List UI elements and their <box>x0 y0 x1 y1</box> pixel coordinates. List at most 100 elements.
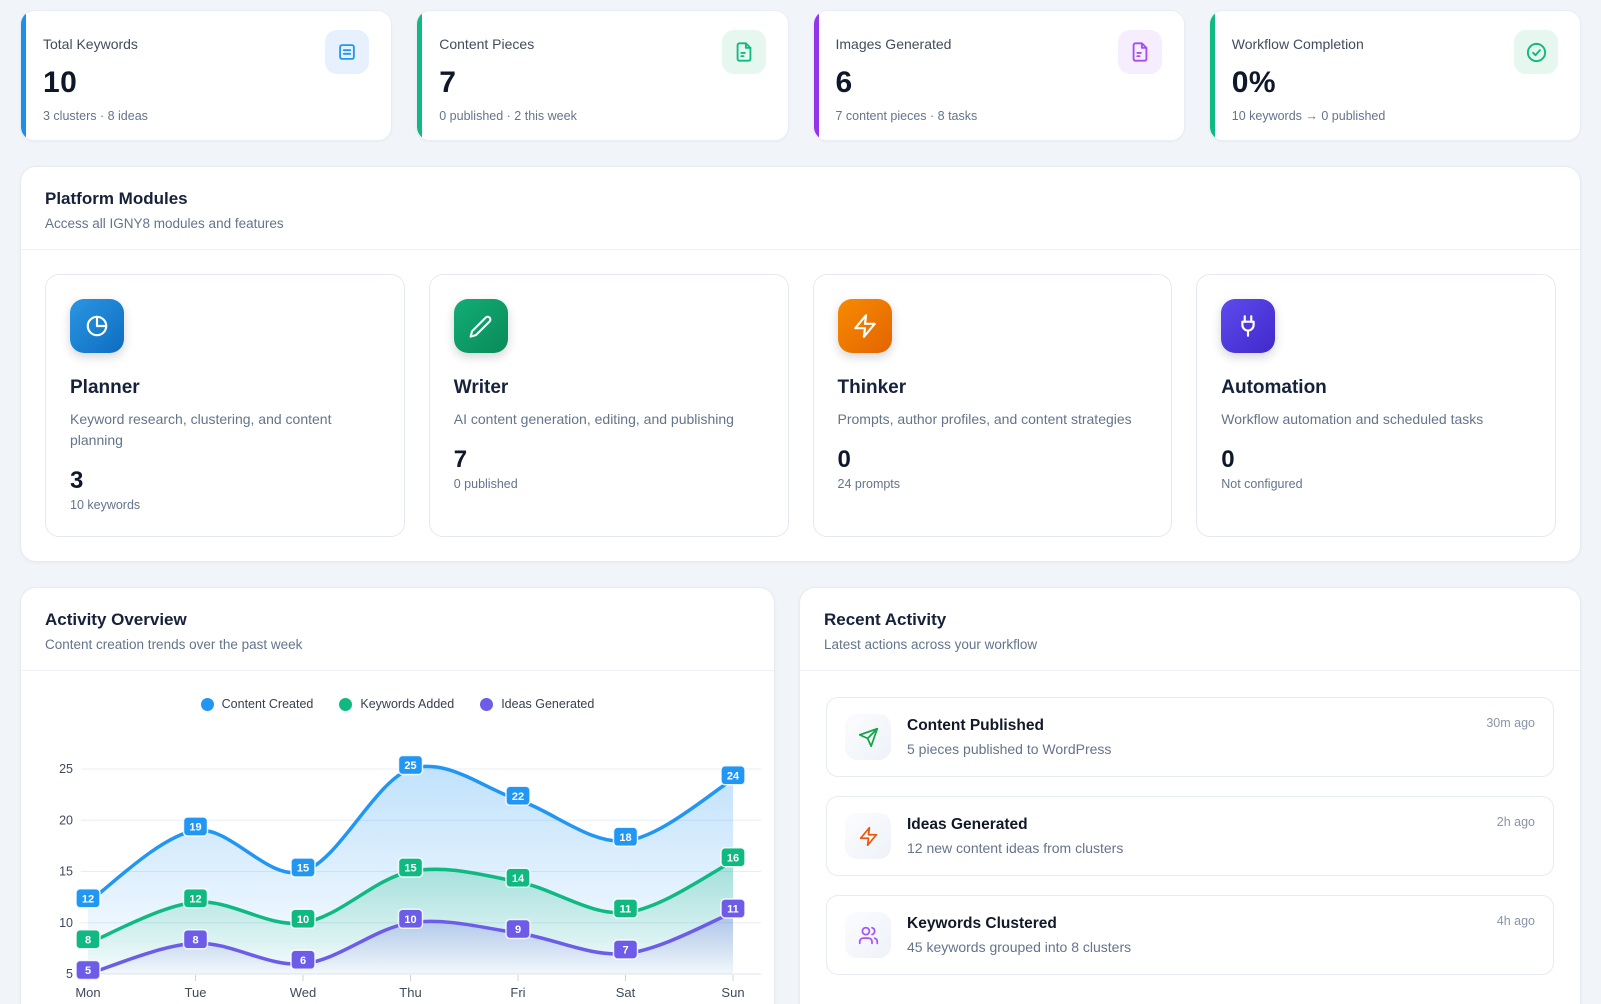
dashboard-page: Total Keywords 10 3 clusters · 8 ideas C… <box>0 0 1601 1004</box>
stat-title: Images Generated <box>836 30 952 52</box>
svg-text:6: 6 <box>300 955 306 967</box>
svg-text:11: 11 <box>727 904 739 916</box>
bottom-row: Activity Overview Content creation trend… <box>20 587 1581 1004</box>
activity-overview-title: Activity Overview <box>45 610 750 630</box>
svg-text:8: 8 <box>192 934 198 946</box>
stat-subtitle: 10 keywords → 0 published <box>1232 109 1558 123</box>
svg-text:Wed: Wed <box>290 985 317 1000</box>
legend-item: Keywords Added <box>339 697 454 711</box>
zap-icon <box>845 813 891 859</box>
svg-text:7: 7 <box>622 945 628 957</box>
stat-card-workflow-completion: Workflow Completion 0% 10 keywords → 0 p… <box>1209 10 1581 141</box>
activity-item-ideas-generated: Ideas Generated 12 new content ideas fro… <box>826 796 1554 876</box>
activity-overview-panel: Activity Overview Content creation trend… <box>20 587 775 1004</box>
stat-value: 7 <box>439 66 765 100</box>
svg-text:14: 14 <box>512 873 525 885</box>
activity-description: 12 new content ideas from clusters <box>907 840 1497 856</box>
module-name: Planner <box>70 377 380 399</box>
module-description: AI content generation, editing, and publ… <box>454 409 764 430</box>
users-icon <box>845 912 891 958</box>
list-icon <box>325 30 369 74</box>
module-stat: 24 prompts <box>838 477 1148 491</box>
pie-chart-icon <box>70 299 124 353</box>
svg-text:10: 10 <box>404 914 416 926</box>
platform-modules-panel: Platform Modules Access all IGNY8 module… <box>20 166 1581 562</box>
legend-dot <box>339 698 352 711</box>
stat-card-content-pieces: Content Pieces 7 0 published · 2 this we… <box>416 10 788 141</box>
zap-icon <box>838 299 892 353</box>
svg-text:19: 19 <box>189 822 201 834</box>
legend-item: Content Created <box>201 697 314 711</box>
divider <box>21 670 774 671</box>
svg-text:16: 16 <box>727 852 739 864</box>
svg-text:Sun: Sun <box>721 985 744 1000</box>
svg-text:12: 12 <box>82 893 94 905</box>
svg-text:Mon: Mon <box>75 985 100 1000</box>
svg-text:25: 25 <box>404 760 416 772</box>
module-value: 0 <box>838 446 1148 474</box>
svg-text:Fri: Fri <box>510 985 525 1000</box>
activity-overview-subtitle: Content creation trends over the past we… <box>45 637 750 652</box>
module-stat: Not configured <box>1221 477 1531 491</box>
module-description: Workflow automation and scheduled tasks <box>1221 409 1531 430</box>
activity-chart: 510152025MonTueWedThuFriSatSun1219152522… <box>21 735 774 1004</box>
modules-grid: Planner Keyword research, clustering, an… <box>21 250 1580 561</box>
svg-text:15: 15 <box>59 865 73 879</box>
stat-card-total-keywords: Total Keywords 10 3 clusters · 8 ideas <box>20 10 392 141</box>
module-name: Thinker <box>838 377 1148 399</box>
recent-activity-subtitle: Latest actions across your workflow <box>824 637 1556 652</box>
svg-text:5: 5 <box>66 967 73 981</box>
svg-text:5: 5 <box>85 965 91 977</box>
stat-subtitle: 3 clusters · 8 ideas <box>43 109 369 123</box>
activity-description: 45 keywords grouped into 8 clusters <box>907 939 1497 955</box>
recent-activity-title: Recent Activity <box>824 610 1556 630</box>
modules-section-subtitle: Access all IGNY8 modules and features <box>45 216 1556 231</box>
stat-subtitle: 7 content pieces · 8 tasks <box>836 109 1162 123</box>
file-text-icon <box>722 30 766 74</box>
svg-text:9: 9 <box>515 924 521 936</box>
stats-row: Total Keywords 10 3 clusters · 8 ideas C… <box>20 10 1581 141</box>
stat-title: Content Pieces <box>439 30 534 52</box>
activity-list: Content Published 5 pieces published to … <box>800 671 1580 1001</box>
svg-text:10: 10 <box>59 916 73 930</box>
module-card-automation[interactable]: Automation Workflow automation and sched… <box>1196 274 1556 537</box>
module-value: 3 <box>70 467 380 495</box>
svg-text:18: 18 <box>619 832 631 844</box>
svg-text:Tue: Tue <box>185 985 207 1000</box>
svg-text:15: 15 <box>297 863 309 875</box>
svg-text:12: 12 <box>189 893 201 905</box>
activity-title: Ideas Generated <box>907 816 1497 834</box>
activity-time: 30m ago <box>1486 714 1535 730</box>
svg-text:15: 15 <box>404 863 416 875</box>
legend-dot <box>201 698 214 711</box>
svg-text:10: 10 <box>297 914 309 926</box>
legend-item: Ideas Generated <box>480 697 594 711</box>
module-name: Writer <box>454 377 764 399</box>
svg-text:8: 8 <box>85 934 91 946</box>
activity-description: 5 pieces published to WordPress <box>907 741 1486 757</box>
stat-value: 10 <box>43 66 369 100</box>
module-card-writer[interactable]: Writer AI content generation, editing, a… <box>429 274 789 537</box>
activity-time: 4h ago <box>1497 912 1535 928</box>
stat-value: 6 <box>836 66 1162 100</box>
pencil-icon <box>454 299 508 353</box>
stat-subtitle: 0 published · 2 this week <box>439 109 765 123</box>
stat-card-images-generated: Images Generated 6 7 content pieces · 8 … <box>813 10 1185 141</box>
svg-text:24: 24 <box>727 770 740 782</box>
activity-title: Content Published <box>907 717 1486 735</box>
svg-text:22: 22 <box>512 791 524 803</box>
module-name: Automation <box>1221 377 1531 399</box>
stat-value: 0% <box>1232 66 1558 100</box>
modules-section-title: Platform Modules <box>45 189 1556 209</box>
activity-time: 2h ago <box>1497 813 1535 829</box>
module-value: 0 <box>1221 446 1531 474</box>
svg-text:20: 20 <box>59 813 73 827</box>
activity-item-keywords-clustered: Keywords Clustered 45 keywords grouped i… <box>826 895 1554 975</box>
module-card-thinker[interactable]: Thinker Prompts, author profiles, and co… <box>813 274 1173 537</box>
module-card-planner[interactable]: Planner Keyword research, clustering, an… <box>45 274 405 537</box>
module-description: Keyword research, clustering, and conten… <box>70 409 380 451</box>
module-value: 7 <box>454 446 764 474</box>
chart-legend: Content Created Keywords Added Ideas Gener… <box>21 691 774 717</box>
module-description: Prompts, author profiles, and content st… <box>838 409 1148 430</box>
module-stat: 0 published <box>454 477 764 491</box>
